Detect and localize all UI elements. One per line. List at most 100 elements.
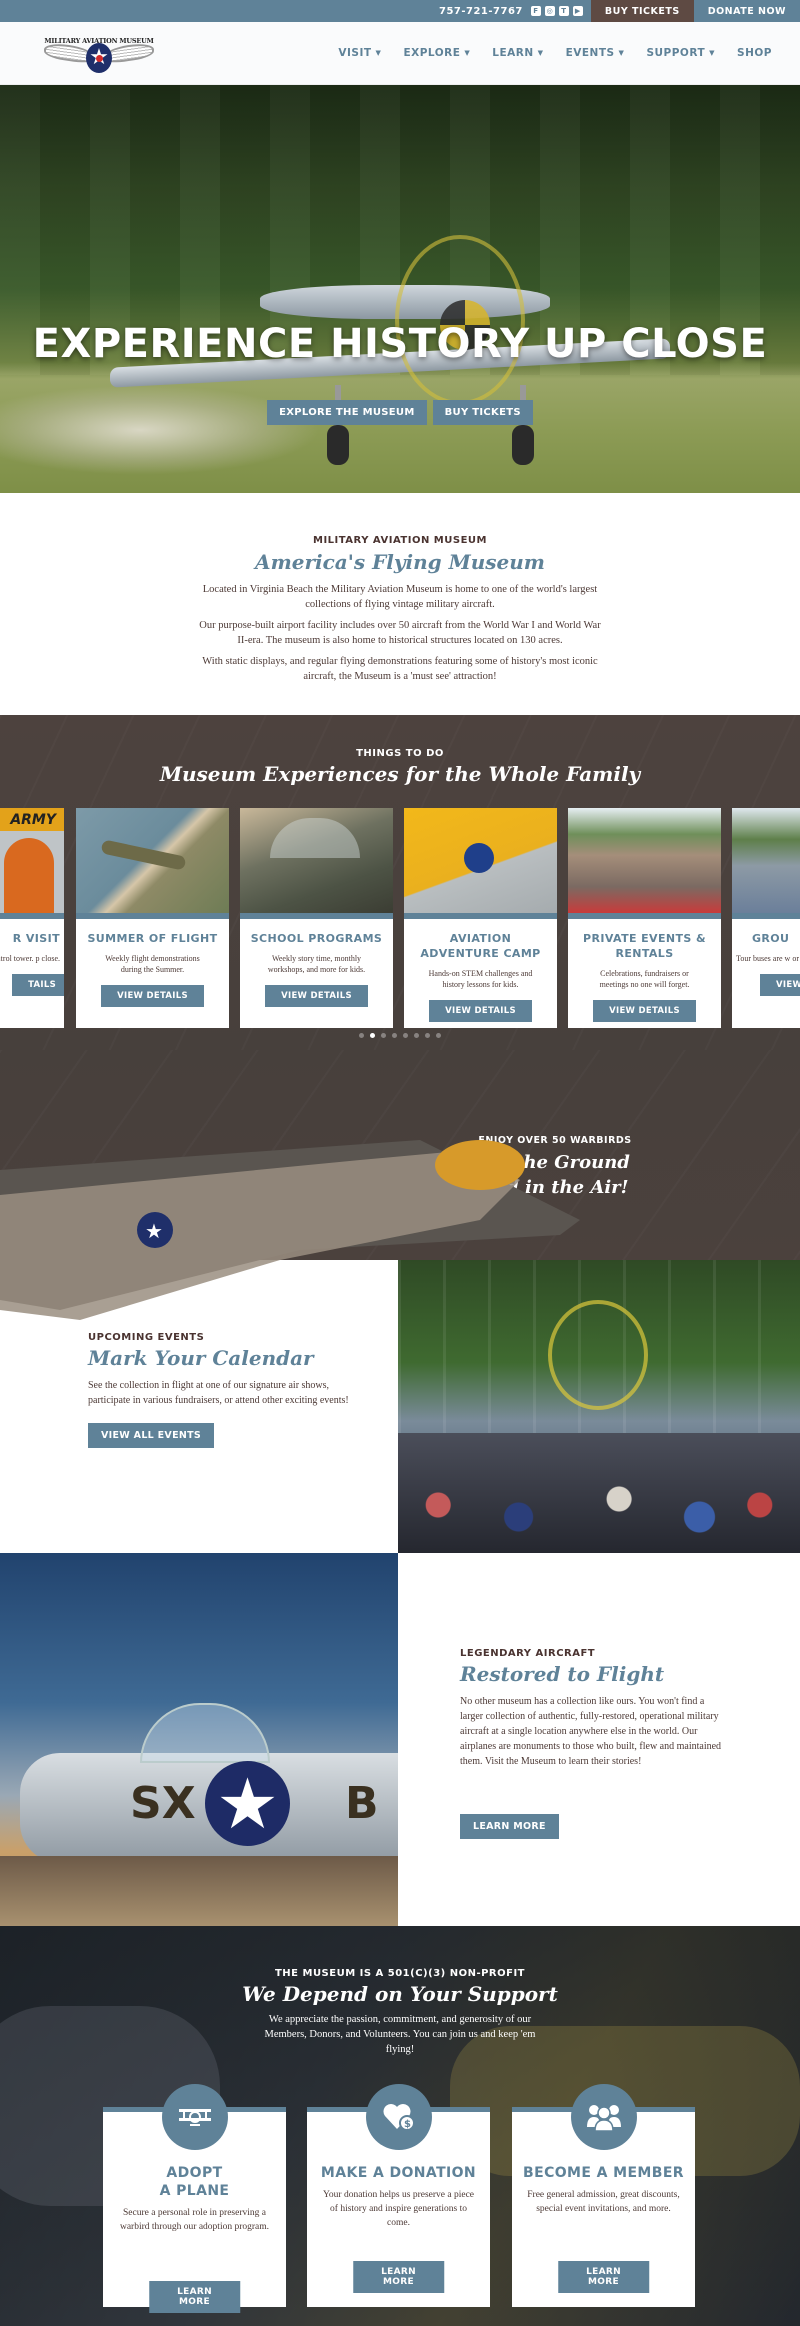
things-to-do-section: Things to Do Museum Experiences for the … [0,715,800,1050]
instagram-icon[interactable]: ◎ [544,6,555,16]
card-title: Become a Member [523,2165,684,2181]
legendary-title: Restored to Flight [460,1662,665,1686]
plane-code-text: SX [130,1778,196,1829]
card-desc: Free general admission, great discounts,… [527,2190,680,2214]
things-title: Museum Experiences for the Whole Family [159,762,641,786]
card-become-a-member: Become a Member Free general admission, … [512,2084,695,2307]
card-strip [404,913,557,919]
view-details-button[interactable]: View Details [265,985,368,1007]
carousel-dot[interactable] [436,1033,441,1038]
warbirds-band: Enjoy Over 50 Warbirds On the Ground and… [0,1050,800,1260]
intro-title: America's Flying Museum [255,550,545,574]
facebook-icon[interactable]: f [530,6,541,16]
carousel-dot[interactable] [414,1033,419,1038]
card-title: Make a Donation [320,2165,477,2181]
support-eyebrow: The Museum is a 501(c)(3) Non-Profit [274,1968,525,1979]
legendary-text: Legendary Aircraft Restored to Flight No… [398,1553,800,1926]
events-photo [398,1260,800,1553]
museum-logo[interactable]: MILITARY AVIATION MUSEUM ★ [34,29,164,77]
support-section: The Museum is a 501(c)(3) Non-Profit We … [0,1926,800,2326]
legendary-learn-more-button[interactable]: Learn More [460,1814,559,1839]
carousel-dot[interactable] [381,1033,386,1038]
photo-crowd [398,1433,800,1553]
card-plan-your-visit[interactable]: ARMY R VISIT control tower. p close. TAI… [0,808,64,1028]
adopt-learn-more-button[interactable]: Learn More [148,2281,241,2313]
plane-letter-text: B [345,1778,379,1829]
card-private-events-rentals[interactable]: Private Events & Rentals Celebrations, f… [568,808,721,1028]
nav-visit[interactable]: Visit ▼ [338,47,381,59]
view-all-events-button[interactable]: View All Events [88,1423,215,1448]
explore-museum-button[interactable]: Explore the Museum [267,400,427,425]
nav-shop[interactable]: Shop [737,47,772,59]
card-aviation-adventure-camp[interactable]: Aviation Adventure Camp Hands-on STEM ch… [404,808,557,1028]
view-details-button[interactable]: View Details [429,1000,532,1022]
support-title: We Depend on Your Support [242,1982,558,2006]
heart-dollar-icon: $ [365,2084,432,2150]
card-image: ARMY [0,808,64,913]
events-text: Upcoming Events Mark Your Calendar See t… [0,1260,398,1553]
chevron-down-icon: ▼ [537,49,544,57]
events-body: See the collection in flight at one of o… [88,1380,349,1406]
hero-title: EXPERIENCE HISTORY UP CLOSE [32,321,768,367]
things-eyebrow: Things to Do [356,748,444,759]
card-title: Adopt a Plane [159,2165,230,2199]
nav-explore[interactable]: Explore ▼ [403,47,470,59]
twitter-icon[interactable]: t [558,6,569,16]
card-title: Summer of Flight [87,932,218,945]
carousel-dot[interactable] [425,1033,430,1038]
legendary-photo: SX ★ B [0,1553,398,1926]
experiences-carousel[interactable]: ARMY R VISIT control tower. p close. TAI… [0,808,800,1028]
card-image [240,808,393,913]
card-desc: Tour buses are w or witl [736,954,800,963]
group-svg [586,2105,621,2131]
nav-learn[interactable]: Learn ▼ [492,47,543,59]
carousel-dot[interactable] [403,1033,408,1038]
card-strip [240,913,393,919]
view-details-button[interactable]: TAILS [12,974,64,996]
events-eyebrow: Upcoming Events [88,1332,205,1343]
view-details-button[interactable]: View Details [101,985,204,1007]
card-desc: Celebrations, fundraisers or meetings no… [599,969,690,989]
youtube-icon[interactable]: ▶ [572,6,583,16]
photo-propeller [548,1300,648,1410]
support-body: We appreciate the passion, commitment, a… [264,2014,536,2055]
hero-banner: EXPERIENCE HISTORY UP CLOSE Explore the … [0,85,800,493]
hero-buy-tickets-button[interactable]: Buy Tickets [432,400,533,425]
view-details-button[interactable]: View Details [593,1000,696,1022]
donation-learn-more-button[interactable]: Learn More [352,2261,445,2293]
member-learn-more-button[interactable]: Learn More [557,2261,650,2293]
card-image [568,808,721,913]
photo-ground [0,1856,398,1926]
hero-dust-cloud [0,385,320,475]
star-roundel-icon: ★ [205,1761,290,1846]
view-details-button[interactable]: VIEW [760,974,800,996]
nav-support[interactable]: Support ▼ [646,47,715,59]
phone-number[interactable]: 757-721-7767 [439,6,523,17]
star-roundel-icon: ★ [86,43,112,73]
intro-eyebrow: Military Aviation Museum [313,535,487,546]
carousel-dot[interactable] [370,1033,375,1038]
carousel-dots [0,1033,800,1038]
card-title: R VISIT [12,932,60,945]
card-summer-of-flight[interactable]: Summer of Flight Weekly flight demonstra… [76,808,229,1028]
card-strip [0,913,64,919]
donate-now-button[interactable]: Donate Now [693,0,800,22]
card-image [404,808,557,913]
nav-events[interactable]: Events ▼ [566,47,625,59]
intro-paragraph: Located in Virginia Beach the Military A… [202,584,598,610]
card-image [732,808,800,913]
card-group-tours[interactable]: GROU Tour buses are w or witl VIEW [732,808,800,1028]
legendary-body: No other museum has a collection like ou… [460,1696,722,1767]
card-strip [568,913,721,919]
card-school-programs[interactable]: School Programs Weekly story time, month… [240,808,393,1028]
buy-tickets-button[interactable]: Buy Tickets [590,0,694,22]
card-desc: Hands-on STEM challenges and history les… [428,969,533,989]
carousel-dot[interactable] [392,1033,397,1038]
intro-paragraph: With static displays, and regular flying… [202,656,598,682]
legendary-aircraft-section: SX ★ B Legendary Aircraft Restored to Fl… [0,1553,800,1926]
card-title: Private Events & Rentals [583,932,706,960]
card-make-a-donation: $ Make a Donation Your donation helps us… [307,2084,490,2307]
card-adopt-a-plane: Adopt a Plane Secure a personal role in p… [103,2084,286,2313]
svg-text:$: $ [404,2119,411,2130]
carousel-dot[interactable] [359,1033,364,1038]
